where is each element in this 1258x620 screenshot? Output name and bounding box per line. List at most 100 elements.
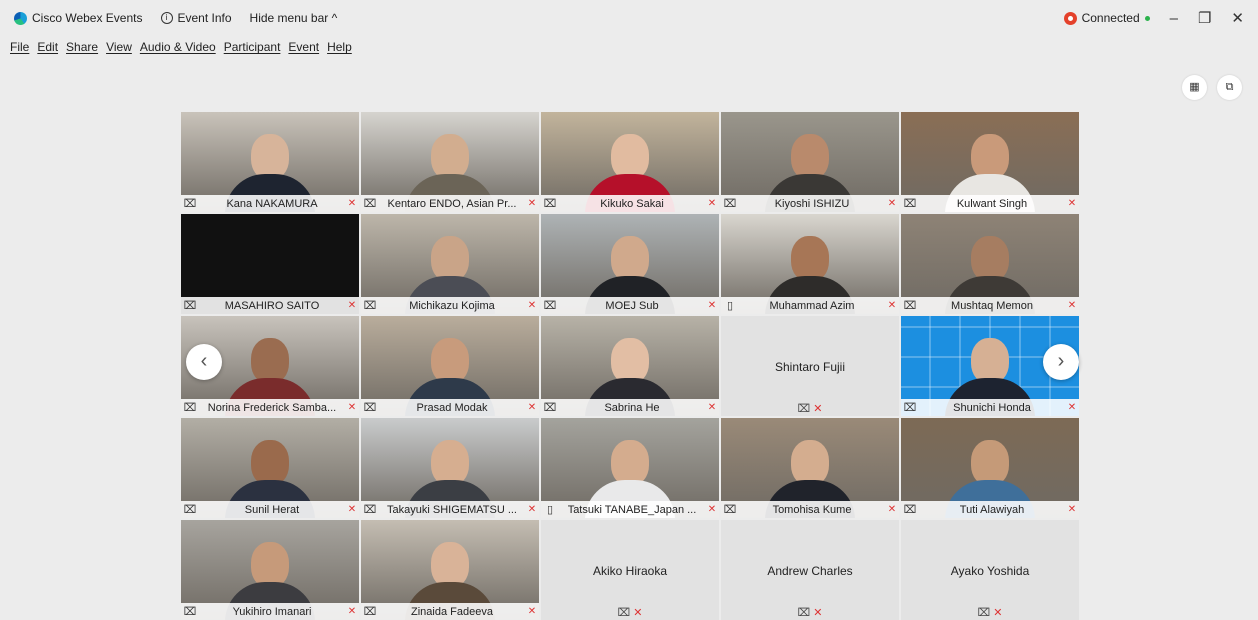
muted-microphone-icon: ✕ xyxy=(707,198,717,209)
menu-audio-video[interactable]: Audio & Video xyxy=(140,40,216,54)
participant-name: Tuti Alawiyah xyxy=(959,503,1025,516)
menu-participant[interactable]: Participant xyxy=(224,40,281,54)
participant-name-bar: ⌧ Kana NAKAMURA ✕ xyxy=(181,195,359,212)
participant-name: MOEJ Sub xyxy=(605,299,659,312)
participant-name: Takayuki SHIGEMATSU ... xyxy=(387,503,517,516)
participant-tile[interactable]: ⌧ Yukihiro Imanari ✕ xyxy=(181,520,359,620)
headset-icon: ⌧ xyxy=(797,403,811,415)
muted-microphone-icon: ✕ xyxy=(707,300,717,311)
participant-tile[interactable]: ⌧ Kikuko Sakai ✕ xyxy=(541,112,719,212)
participant-tile[interactable]: ▯ Muhammad Azim ✕ xyxy=(721,214,899,314)
participant-name-bar: ⌧ Tuti Alawiyah ✕ xyxy=(901,501,1079,518)
participant-name-bar: ⌧ Takayuki SHIGEMATSU ... ✕ xyxy=(361,501,539,518)
menu-edit[interactable]: Edit xyxy=(37,40,58,54)
participant-name: Kana NAKAMURA xyxy=(226,197,318,210)
participant-name-bar: ▯ Tatsuki TANABE_Japan ... ✕ xyxy=(541,501,719,518)
participant-name-bar: ⌧ Kiyoshi ISHIZU ✕ xyxy=(721,195,899,212)
participant-tile[interactable]: Akiko Hiraoka ⌧ ✕ xyxy=(541,520,719,620)
headset-icon: ⌧ xyxy=(617,607,631,619)
connection-status[interactable]: Connected xyxy=(1063,11,1150,25)
hide-menu-bar-button[interactable]: Hide menu bar ^ xyxy=(250,11,338,25)
participant-tile[interactable]: ⌧ Kulwant Singh ✕ xyxy=(901,112,1079,212)
headset-icon: ⌧ xyxy=(903,300,917,312)
menu-view[interactable]: View xyxy=(106,40,132,54)
participant-name: Zinaida Fadeeva xyxy=(411,605,493,618)
phone-icon: ▯ xyxy=(546,504,554,516)
participant-name: Kikuko Sakai xyxy=(600,197,664,210)
headset-icon: ⌧ xyxy=(363,504,377,516)
muted-microphone-icon: ✕ xyxy=(887,300,897,311)
restore-icon[interactable]: ❐ xyxy=(1198,9,1211,27)
muted-microphone-icon: ✕ xyxy=(527,402,537,413)
participant-tile[interactable]: ⌧ Michikazu Kojima ✕ xyxy=(361,214,539,314)
muted-microphone-icon: ✕ xyxy=(993,607,1003,619)
muted-microphone-icon: ✕ xyxy=(633,607,643,619)
participant-name-bar: ⌧ MOEJ Sub ✕ xyxy=(541,297,719,314)
participant-tile[interactable]: Shintaro Fujii ⌧ ✕ xyxy=(721,316,899,416)
participant-tile[interactable]: ⌧ Sabrina He ✕ xyxy=(541,316,719,416)
participant-name-bar: ⌧ Sunil Herat ✕ xyxy=(181,501,359,518)
chevron-right-icon: › xyxy=(1057,350,1065,372)
connection-status-label: Connected xyxy=(1081,11,1140,25)
minimize-icon[interactable]: – xyxy=(1170,10,1178,27)
participant-name: Prasad Modak xyxy=(416,401,488,414)
participant-name-bar: ▯ Muhammad Azim ✕ xyxy=(721,297,899,314)
headset-icon: ⌧ xyxy=(183,402,197,414)
recording-icon xyxy=(1063,11,1077,25)
close-icon[interactable]: ✕ xyxy=(1231,9,1244,27)
participant-tile[interactable]: ⌧ Kiyoshi ISHIZU ✕ xyxy=(721,112,899,212)
participant-name-bar: ⌧ Michikazu Kojima ✕ xyxy=(361,297,539,314)
headset-icon: ⌧ xyxy=(977,607,991,619)
menu-file[interactable]: File xyxy=(10,40,29,54)
participant-name-bar: ⌧ MASAHIRO SAITO ✕ xyxy=(181,297,359,314)
menu-help[interactable]: Help xyxy=(327,40,352,54)
title-bar: Cisco Webex Events i Event Info Hide men… xyxy=(0,0,1258,36)
participant-name-bar: ⌧ Norina Frederick Samba... ✕ xyxy=(181,399,359,416)
event-info-button[interactable]: i Event Info xyxy=(160,11,232,25)
participant-tile[interactable]: ⌧ Kentaro ENDO, Asian Pr... ✕ xyxy=(361,112,539,212)
participant-name-bar: ⌧ Kulwant Singh ✕ xyxy=(901,195,1079,212)
headset-icon: ⌧ xyxy=(363,606,377,618)
menu-event[interactable]: Event xyxy=(288,40,319,54)
muted-microphone-icon: ✕ xyxy=(1067,300,1077,311)
muted-microphone-icon: ✕ xyxy=(1067,402,1077,413)
participant-tile[interactable]: ⌧ Mushtaq Memon ✕ xyxy=(901,214,1079,314)
participant-name: Mushtaq Memon xyxy=(951,299,1033,312)
grid-view-icon[interactable]: ▦ xyxy=(1182,75,1207,100)
participant-tile[interactable]: Andrew Charles ⌧ ✕ xyxy=(721,520,899,620)
participant-name: Yukihiro Imanari xyxy=(232,605,312,618)
muted-microphone-icon: ✕ xyxy=(527,300,537,311)
headset-icon: ⌧ xyxy=(363,300,377,312)
menu-share[interactable]: Share xyxy=(66,40,98,54)
participant-name: Andrew Charles xyxy=(767,564,853,578)
participant-tile[interactable]: ⌧ Zinaida Fadeeva ✕ xyxy=(361,520,539,620)
participant-tile[interactable]: ⌧ Takayuki SHIGEMATSU ... ✕ xyxy=(361,418,539,518)
participant-tile[interactable]: ⌧ Sunil Herat ✕ xyxy=(181,418,359,518)
participant-status-icons: ⌧ ✕ xyxy=(721,402,899,415)
participant-tile[interactable]: ⌧ MOEJ Sub ✕ xyxy=(541,214,719,314)
next-page-button[interactable]: › xyxy=(1043,344,1079,380)
muted-microphone-icon: ✕ xyxy=(347,402,357,413)
previous-page-button[interactable]: ‹ xyxy=(186,344,222,380)
muted-microphone-icon: ✕ xyxy=(347,504,357,515)
participant-tile[interactable]: Ayako Yoshida ⌧ ✕ xyxy=(901,520,1079,620)
headset-icon: ⌧ xyxy=(797,607,811,619)
participant-name: Kiyoshi ISHIZU xyxy=(774,197,850,210)
muted-microphone-icon: ✕ xyxy=(527,504,537,515)
participant-tile[interactable]: ⌧ Kana NAKAMURA ✕ xyxy=(181,112,359,212)
participant-tile[interactable]: ⌧ Tomohisa Kume ✕ xyxy=(721,418,899,518)
pop-out-icon[interactable]: ⧉ xyxy=(1217,75,1242,100)
participant-tile[interactable]: ⌧ MASAHIRO SAITO ✕ xyxy=(181,214,359,314)
participant-tile[interactable]: ⌧ Tuti Alawiyah ✕ xyxy=(901,418,1079,518)
participant-tile[interactable]: ⌧ Prasad Modak ✕ xyxy=(361,316,539,416)
headset-icon: ⌧ xyxy=(903,504,917,516)
headset-icon: ⌧ xyxy=(363,198,377,210)
participant-name-bar: ⌧ Prasad Modak ✕ xyxy=(361,399,539,416)
participant-name-bar: ⌧ Sabrina He ✕ xyxy=(541,399,719,416)
participant-name: Kulwant Singh xyxy=(956,197,1028,210)
participant-tile[interactable]: ▯ Tatsuki TANABE_Japan ... ✕ xyxy=(541,418,719,518)
view-controls: ▦ ⧉ xyxy=(1182,75,1242,100)
muted-microphone-icon: ✕ xyxy=(887,504,897,515)
headset-icon: ⌧ xyxy=(363,402,377,414)
headset-icon: ⌧ xyxy=(723,504,737,516)
